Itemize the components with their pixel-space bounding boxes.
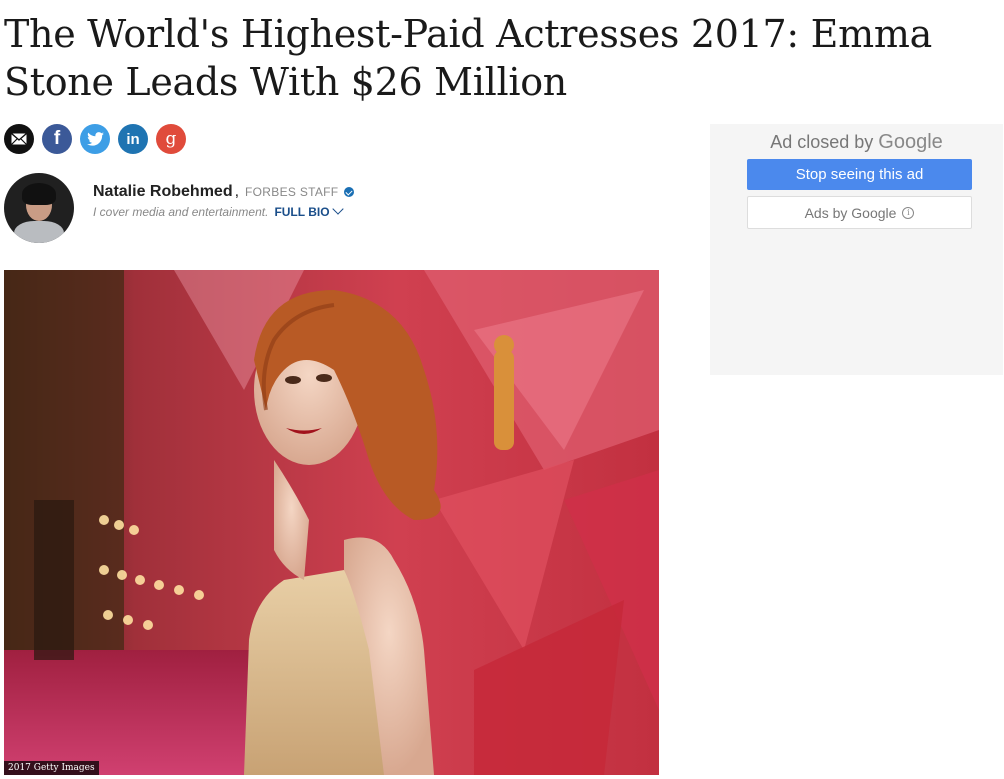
google-plus-share-button[interactable]: g — [156, 124, 186, 154]
facebook-icon: f — [53, 128, 61, 149]
linkedin-share-button[interactable]: in — [118, 124, 148, 154]
ad-slot: Ad closed by Google Stop seeing this ad … — [710, 124, 1003, 375]
ads-by-google-label: Ads by Google — [804, 204, 897, 221]
twitter-share-button[interactable] — [80, 124, 110, 154]
email-share-button[interactable] — [4, 124, 34, 154]
author-name[interactable]: Natalie Robehmed — [93, 183, 233, 201]
twitter-icon — [86, 132, 104, 146]
hero-image: 2017 Getty Images — [4, 270, 659, 775]
photo-credit: 2017 Getty Images — [4, 761, 99, 775]
verified-icon — [344, 187, 355, 197]
info-icon: i — [902, 206, 915, 219]
hero-photo — [4, 270, 659, 775]
ad-closed-prefix: Ad closed by — [770, 132, 874, 152]
linkedin-icon: in — [126, 130, 140, 148]
email-icon — [11, 133, 27, 145]
share-bar: f in g — [4, 124, 186, 154]
ads-by-google-button[interactable]: Ads by Google i — [747, 196, 972, 229]
ad-closed-brand: Google — [878, 131, 943, 153]
full-bio-toggle[interactable]: FULL BIO — [274, 203, 344, 219]
chevron-down-icon — [331, 203, 344, 215]
ad-closed-message: Ad closed by Google — [710, 131, 1003, 154]
full-bio-label: FULL BIO — [274, 205, 330, 219]
stop-seeing-ad-button[interactable]: Stop seeing this ad — [747, 159, 972, 190]
author-byline: Natalie Robehmed, FORBES STAFF I cover m… — [4, 173, 355, 243]
author-separator: , — [234, 183, 240, 200]
author-role: FORBES STAFF — [245, 185, 339, 199]
google-plus-icon: g — [165, 129, 177, 149]
author-bio: I cover media and entertainment. — [93, 205, 269, 219]
facebook-share-button[interactable]: f — [42, 124, 72, 154]
author-info: Natalie Robehmed, FORBES STAFF I cover m… — [93, 183, 355, 219]
article-headline: The World's Highest-Paid Actresses 2017:… — [4, 12, 932, 104]
author-avatar[interactable] — [4, 173, 74, 243]
